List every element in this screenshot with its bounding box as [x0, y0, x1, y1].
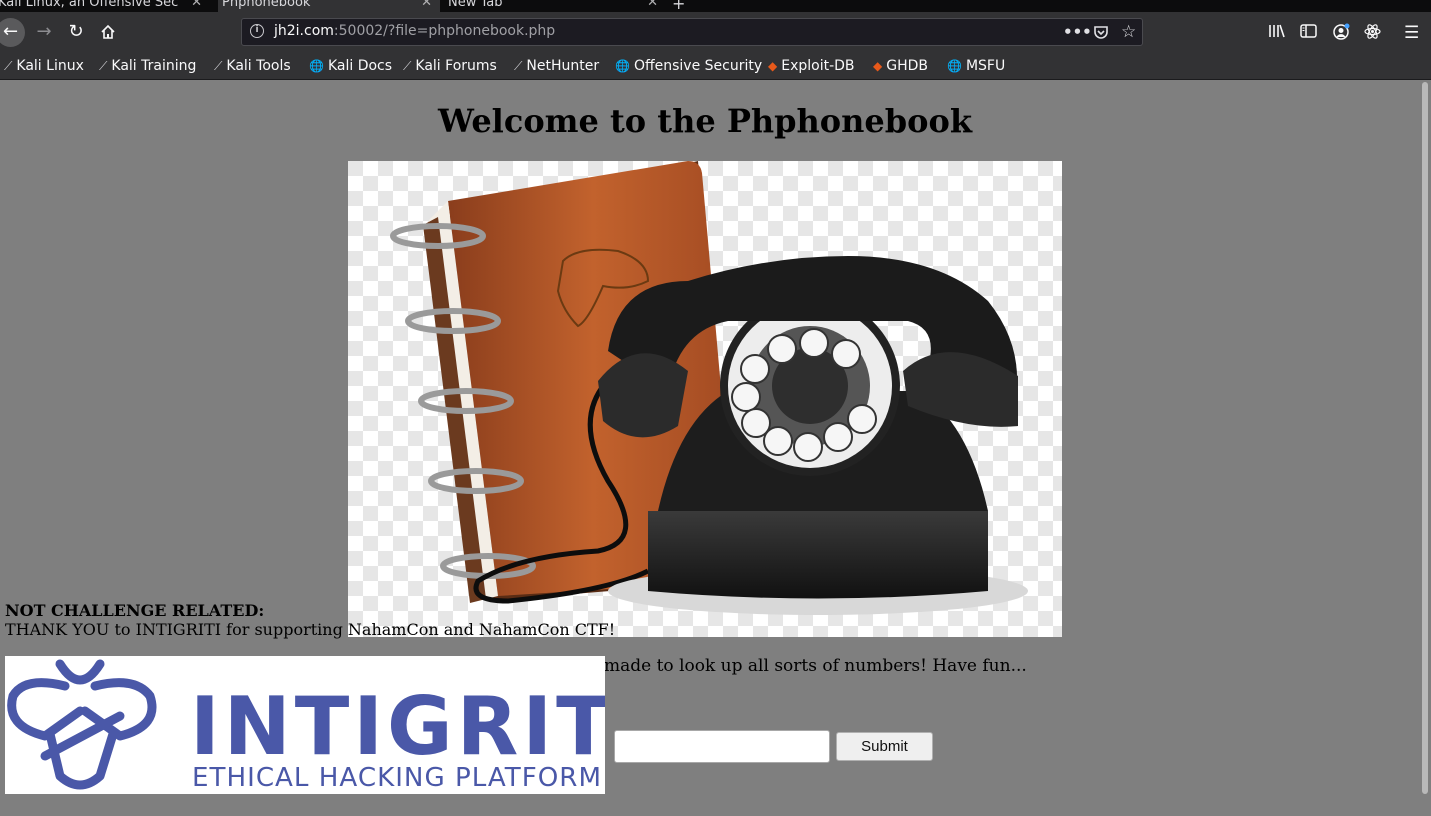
url-bar[interactable]: i jh2i.com:50002/?file=phphonebook.php •…	[241, 18, 1143, 46]
forward-button[interactable]: →	[32, 20, 56, 44]
bookmark-label: Kali Linux	[16, 58, 84, 74]
url-text[interactable]: jh2i.com:50002/?file=phphonebook.php	[274, 23, 555, 39]
globe-icon: 🌐	[947, 59, 962, 73]
bookmark-exploit-db[interactable]: ◆ Exploit-DB	[768, 56, 855, 76]
sponsor-text: THANK YOU to INTIGRITI for supporting Na…	[5, 620, 616, 639]
back-button[interactable]: ←	[0, 18, 25, 47]
pocket-icon[interactable]	[1093, 22, 1109, 45]
new-tab-plus-icon[interactable]: +	[672, 0, 685, 12]
bookmark-label: GHDB	[886, 58, 928, 74]
bookmark-kali-linux[interactable]: ⟋ Kali Linux	[4, 56, 84, 76]
bookmark-label: Offensive Security	[633, 58, 763, 74]
globe-icon: 🌐	[615, 59, 630, 73]
react-devtools-icon[interactable]	[1364, 23, 1381, 45]
bookmark-kali-forums[interactable]: ⟋ Kali Forums	[403, 56, 497, 76]
navigation-toolbar: ← → ↻ i jh2i.com:50002/?file=phphonebook…	[0, 12, 1431, 53]
vertical-scrollbar[interactable]	[1419, 80, 1431, 816]
bookmark-label: MSFU	[965, 58, 1006, 74]
page-title: Welcome to the Phphonebook	[437, 102, 972, 140]
bookmark-star-icon[interactable]: ☆	[1121, 22, 1136, 42]
bookmark-label: Kali Docs	[327, 58, 393, 74]
sponsor-heading: NOT CHALLENGE RELATED:	[5, 601, 265, 620]
logo-wordmark: INTIGRITI	[190, 680, 605, 773]
bookmark-msfu[interactable]: 🌐 MSFU	[947, 56, 1005, 76]
reload-button[interactable]: ↻	[64, 20, 88, 44]
sidebar-icon[interactable]	[1300, 23, 1317, 44]
bookmark-label: NetHunter	[526, 58, 600, 74]
tab-phphonebook[interactable]: Phphonebook ✕	[218, 0, 440, 12]
page-actions-icon[interactable]: •••	[1063, 22, 1092, 42]
bookmark-ghdb[interactable]: ◆ GHDB	[873, 56, 928, 76]
sponsor-notice: NOT CHALLENGE RELATED: THANK YOU to INTI…	[5, 601, 615, 639]
kali-dragon-icon: ⟋	[99, 59, 108, 73]
kali-dragon-icon: ⟋	[214, 59, 223, 73]
submit-button[interactable]: Submit	[836, 732, 933, 761]
intigriti-logo-graphic: INTIGRITI ETHICAL HACKING PLATFORM	[7, 659, 644, 793]
logo-tagline: ETHICAL HACKING PLATFORM	[192, 763, 602, 793]
page-description: made to look up all sorts of numbers! Ha…	[604, 656, 1027, 676]
url-path: :50002/?file=phphonebook.php	[333, 23, 556, 39]
bookmark-kali-training[interactable]: ⟋ Kali Training	[99, 56, 196, 76]
search-input[interactable]	[614, 730, 830, 763]
bookmark-label: Kali Forums	[415, 58, 497, 74]
site-info-icon[interactable]: i	[250, 24, 264, 38]
intigriti-logo: INTIGRITI ETHICAL HACKING PLATFORM	[5, 656, 644, 794]
close-tab-icon[interactable]: ✕	[421, 0, 432, 12]
kali-dragon-icon: ⟋	[514, 59, 523, 73]
hamburger-menu-icon[interactable]: ☰	[1404, 23, 1419, 43]
tab-new-tab[interactable]: New Tab ✕	[444, 0, 666, 12]
bookmarks-toolbar: ⟋ Kali Linux ⟋ Kali Training ⟋ Kali Tools 🌐…	[0, 53, 1431, 80]
bookmark-offensive-security[interactable]: 🌐 Offensive Security	[615, 56, 762, 76]
bookmark-kali-docs[interactable]: 🌐 Kali Docs	[309, 56, 392, 76]
exploit-db-icon: ◆	[768, 59, 778, 73]
scrollbar-thumb[interactable]	[1422, 82, 1428, 794]
phonebook-telephone-image	[348, 161, 1062, 637]
kali-dragon-icon: ⟋	[403, 59, 412, 73]
account-icon[interactable]	[1333, 23, 1350, 45]
bookmark-label: Exploit-DB	[781, 58, 855, 74]
home-icon	[101, 24, 115, 39]
url-host: jh2i.com	[274, 23, 334, 39]
home-button[interactable]	[96, 20, 120, 44]
kali-dragon-icon: ⟋	[4, 59, 13, 73]
bookmark-label: Kali Tools	[226, 58, 291, 74]
tab-strip: Kali Linux, an Offensive Sec ✕ Phphonebo…	[0, 0, 1431, 12]
bookmark-label: Kali Training	[111, 58, 197, 74]
tab-label: New Tab	[448, 0, 503, 10]
close-tab-icon[interactable]: ✕	[191, 0, 202, 12]
library-icon[interactable]	[1268, 23, 1286, 44]
globe-icon: 🌐	[309, 59, 324, 73]
tab-kali-linux[interactable]: Kali Linux, an Offensive Sec ✕	[0, 0, 210, 12]
back-arrow-icon: ←	[2, 21, 19, 42]
close-tab-icon[interactable]: ✕	[647, 0, 658, 12]
tab-label: Kali Linux, an Offensive Sec	[0, 0, 179, 10]
bookmark-nethunter[interactable]: ⟋ NetHunter	[514, 56, 599, 76]
page-content: Welcome to the Phphonebook made to look …	[0, 80, 1419, 816]
bookmark-kali-tools[interactable]: ⟋ Kali Tools	[214, 56, 291, 76]
exploit-db-icon: ◆	[873, 59, 883, 73]
tab-label: Phphonebook	[222, 0, 311, 10]
